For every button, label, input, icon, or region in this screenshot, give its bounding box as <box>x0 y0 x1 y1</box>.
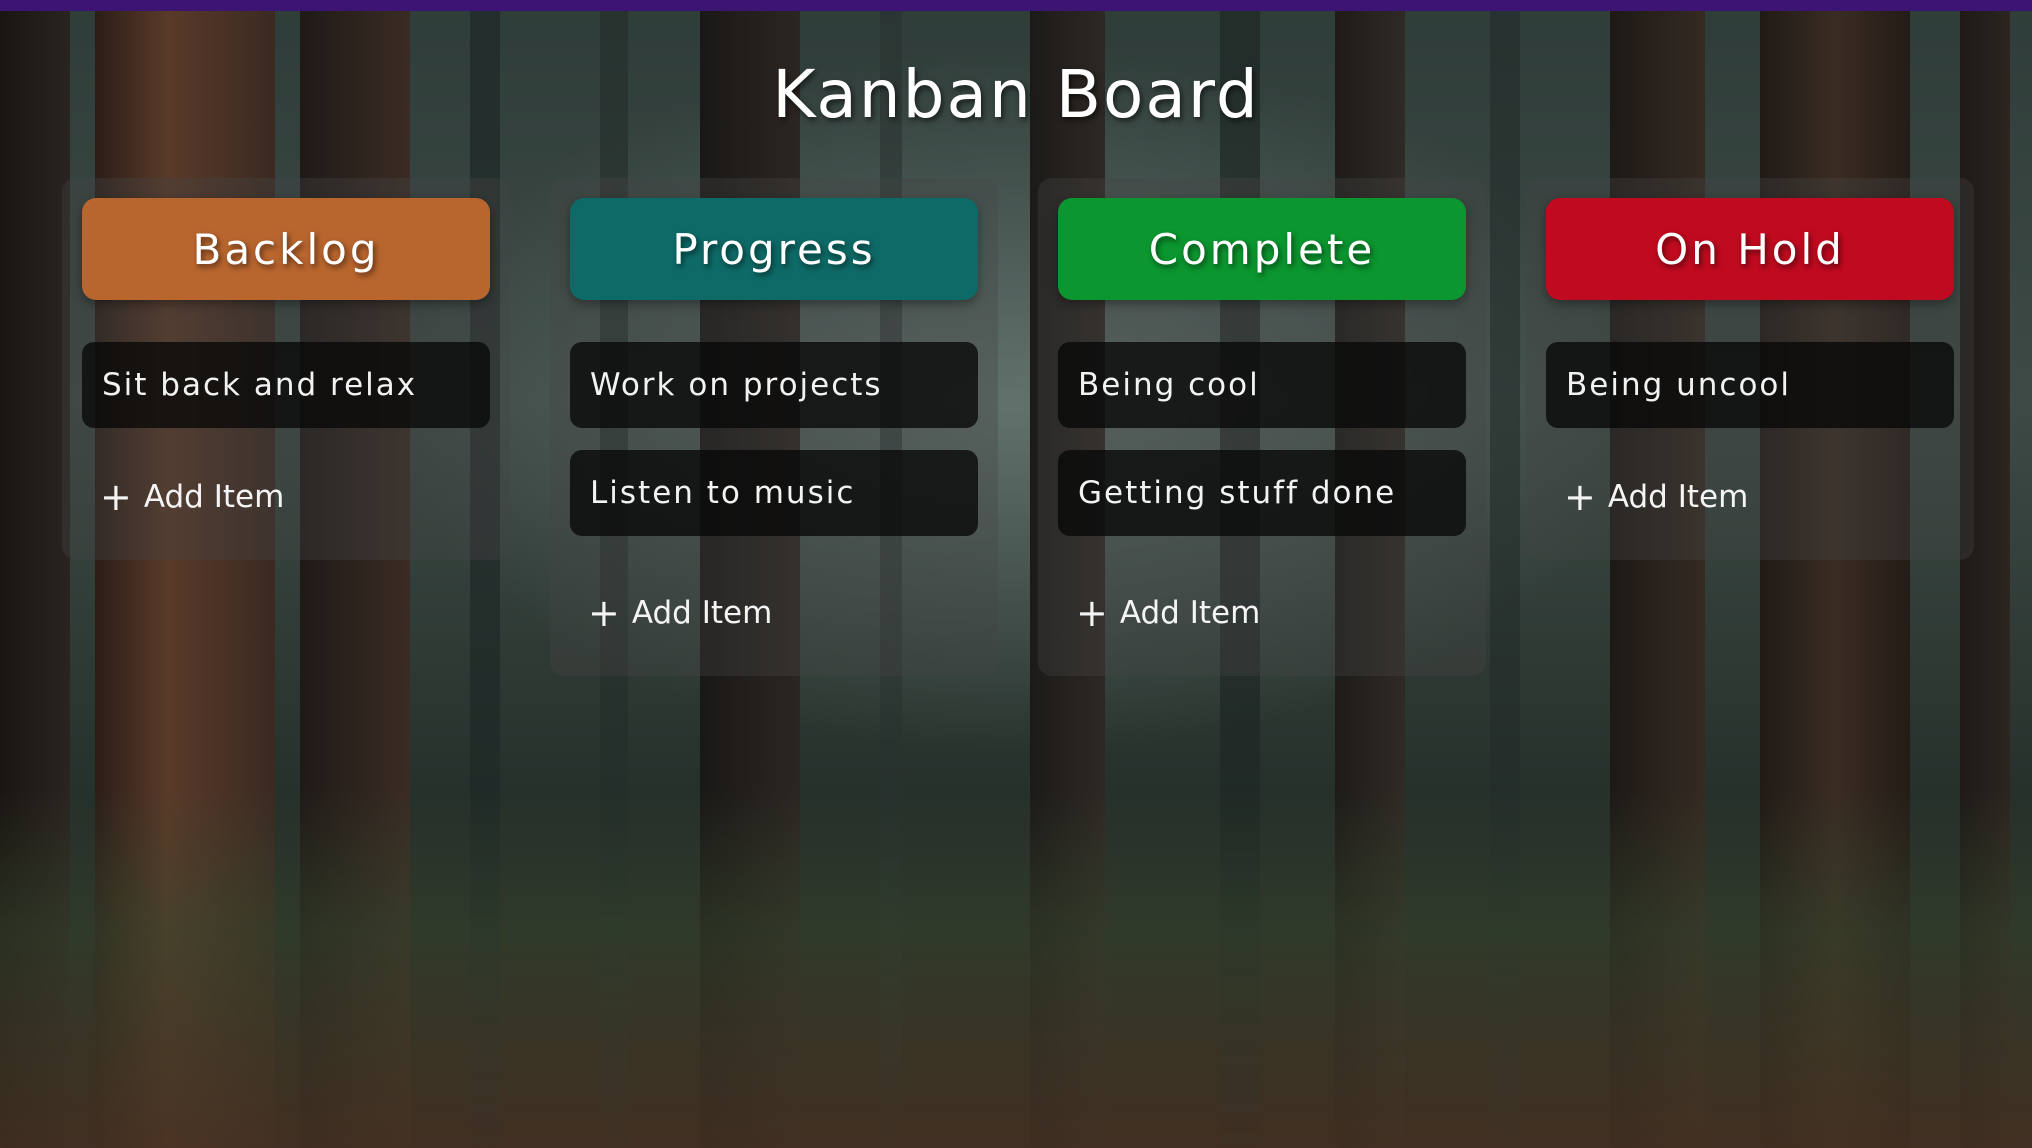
column-title: Progress <box>672 224 876 274</box>
column-progress: Progress Work on projects Listen to musi… <box>550 178 998 676</box>
add-item-label: Add Item <box>1119 595 1261 631</box>
column-header-progress[interactable]: Progress <box>570 198 978 300</box>
column-title: Backlog <box>192 224 380 274</box>
column-complete: Complete Being cool Getting stuff done +… <box>1038 178 1486 676</box>
forest-background <box>0 0 2032 1148</box>
column-backlog: Backlog Sit back and relax + Add Item <box>62 178 510 560</box>
add-item-label: Add Item <box>143 479 285 515</box>
add-item-button[interactable]: + Add Item <box>1076 594 1260 632</box>
plus-icon: + <box>100 475 132 519</box>
plus-icon: + <box>588 591 620 635</box>
card[interactable]: Being cool <box>1058 342 1466 428</box>
card-text: Being uncool <box>1566 367 1792 403</box>
card[interactable]: Sit back and relax <box>82 342 490 428</box>
page-title: Kanban Board <box>772 56 1260 133</box>
card-text: Listen to music <box>590 475 856 511</box>
card-text: Getting stuff done <box>1078 475 1397 511</box>
column-header-complete[interactable]: Complete <box>1058 198 1466 300</box>
column-title: Complete <box>1148 224 1376 274</box>
card[interactable]: Work on projects <box>570 342 978 428</box>
add-item-button[interactable]: + Add Item <box>588 594 772 632</box>
card-text: Work on projects <box>590 367 883 403</box>
card[interactable]: Getting stuff done <box>1058 450 1466 536</box>
column-header-backlog[interactable]: Backlog <box>82 198 490 300</box>
card[interactable]: Being uncool <box>1546 342 1954 428</box>
card-text: Being cool <box>1078 367 1260 403</box>
column-header-on-hold[interactable]: On Hold <box>1546 198 1954 300</box>
add-item-button[interactable]: + Add Item <box>100 478 284 516</box>
add-item-button[interactable]: + Add Item <box>1564 478 1748 516</box>
plus-icon: + <box>1564 475 1596 519</box>
add-item-label: Add Item <box>631 595 773 631</box>
card[interactable]: Listen to music <box>570 450 978 536</box>
plus-icon: + <box>1076 591 1108 635</box>
card-text: Sit back and relax <box>102 367 418 403</box>
top-accent-bar <box>0 0 2032 11</box>
column-title: On Hold <box>1655 224 1845 274</box>
add-item-label: Add Item <box>1607 479 1749 515</box>
column-on-hold: On Hold Being uncool + Add Item <box>1526 178 1974 560</box>
